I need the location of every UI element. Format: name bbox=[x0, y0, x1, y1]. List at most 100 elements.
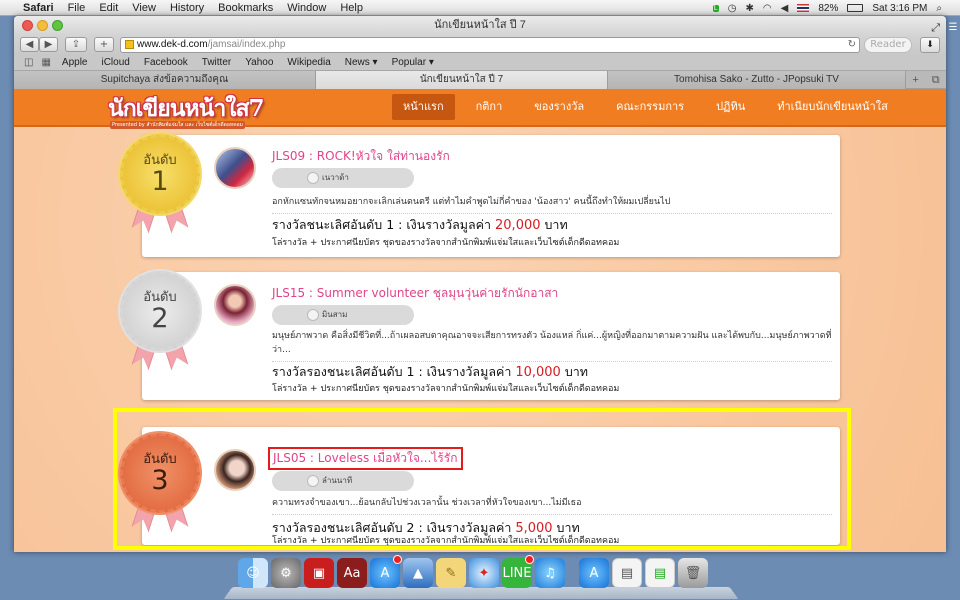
reload-icon[interactable]: ↻ bbox=[848, 38, 856, 52]
rank-number: 1 bbox=[151, 166, 169, 197]
add-tab-icon[interactable]: + bbox=[912, 74, 918, 86]
menu-file[interactable]: File bbox=[61, 2, 93, 14]
thai-flag-icon[interactable] bbox=[797, 4, 810, 12]
line-status-icon[interactable]: L bbox=[712, 4, 719, 12]
author-badge[interactable]: มินสาม bbox=[272, 305, 414, 325]
forward-button[interactable]: ▶ bbox=[39, 37, 58, 52]
nav-prizes[interactable]: ของรางวัล bbox=[523, 94, 595, 120]
dock-separator bbox=[568, 558, 576, 588]
close-window-button[interactable] bbox=[22, 20, 33, 31]
top-sites-icon[interactable]: ▦ bbox=[37, 57, 54, 68]
site-favicon-icon bbox=[125, 40, 134, 49]
share-button[interactable]: ⇪ bbox=[65, 37, 87, 52]
tab-overview-icon[interactable]: ⧉ bbox=[932, 74, 940, 87]
trash-icon[interactable]: 🗑 bbox=[678, 558, 708, 588]
award-unit: บาท bbox=[564, 364, 589, 379]
story-cover-avatar[interactable] bbox=[214, 284, 256, 326]
site-nav: นักเขียนหน้าใส7 Presented by สำนักพิมพ์แ… bbox=[14, 89, 946, 129]
nav-home[interactable]: หน้าแรก bbox=[392, 94, 455, 120]
nav-hall-of-fame[interactable]: ทำเนียบนักเขียนหน้าใส bbox=[766, 94, 899, 120]
zoom-window-button[interactable] bbox=[52, 20, 63, 31]
reading-list-icon[interactable]: ◫ bbox=[20, 57, 37, 68]
itunes-icon[interactable]: ♫ bbox=[535, 558, 565, 588]
bookmark-yahoo[interactable]: Yahoo bbox=[238, 57, 280, 68]
line-2-icon[interactable]: ▤ bbox=[645, 558, 675, 588]
finder-icon[interactable]: ☺ bbox=[238, 558, 268, 588]
nav-judges[interactable]: คณะกรรมการ bbox=[605, 94, 695, 120]
bookmark-popular[interactable]: Popular ▾ bbox=[385, 57, 441, 68]
battery-icon[interactable] bbox=[847, 4, 864, 12]
window-titlebar: นักเขียนหน้าใส ปี 7 ⤢ bbox=[14, 16, 946, 35]
menu-edit[interactable]: Edit bbox=[92, 2, 125, 14]
story-excerpt: อกหักแซนทักจนหมอยากจะเลิกเล่นดนตรี แต่ทำ… bbox=[272, 195, 832, 214]
menu-history[interactable]: History bbox=[163, 2, 211, 14]
app-menu[interactable]: Safari bbox=[16, 2, 61, 14]
award-line: รางวัลรองชนะเลิศอันดับ 1 : เงินรางวัลมูล… bbox=[272, 362, 588, 382]
volume-icon[interactable]: ◀ bbox=[781, 3, 789, 14]
user-icon bbox=[307, 309, 319, 321]
address-bar[interactable]: www.dek-d.com/jamsai/index.php ↻ bbox=[120, 37, 860, 53]
story-title[interactable]: JLS09 : ROCK!หัวใจ ใส่ท่านองรัก bbox=[272, 147, 450, 166]
bookmark-news[interactable]: News ▾ bbox=[338, 57, 385, 68]
story-title[interactable]: JLS15 : Summer volunteer ชุลมุนวุ่นค่ายร… bbox=[272, 284, 558, 303]
line-icon[interactable]: LINE bbox=[502, 555, 534, 588]
award-text: รางวัลชนะเลิศอันดับ 1 : เงินรางวัลมูลค่า bbox=[272, 217, 492, 232]
author-badge[interactable]: เนวาด้า bbox=[272, 168, 414, 188]
award-text: รางวัลรองชนะเลิศอันดับ 1 : เงินรางวัลมูล… bbox=[272, 364, 512, 379]
bookmark-wikipedia[interactable]: Wikipedia bbox=[280, 57, 337, 68]
menu-bar: Safari File Edit View History Bookmarks … bbox=[0, 0, 960, 16]
tab-bar: Supitchaya ส่งข้อความถึงคุณ นักเขียนหน้า… bbox=[14, 71, 946, 89]
new-tab-button[interactable]: + bbox=[94, 37, 114, 52]
notification-center-icon[interactable]: ☰ bbox=[946, 20, 960, 36]
minimize-window-button[interactable] bbox=[37, 20, 48, 31]
app-store-icon[interactable]: A bbox=[370, 555, 402, 588]
menu-bookmarks[interactable]: Bookmarks bbox=[211, 2, 280, 14]
dock: ☺ ⚙ ▣ Aa A ▲ ✎ ✦ LINE ♫ A ▤ ▤ 🗑 bbox=[223, 555, 739, 600]
bookmark-twitter[interactable]: Twitter bbox=[195, 57, 238, 68]
nav-rules[interactable]: กติกา bbox=[465, 94, 514, 120]
menu-view[interactable]: View bbox=[125, 2, 163, 14]
window-title: นักเขียนหน้าใส ปี 7 bbox=[434, 19, 526, 31]
battery-percent[interactable]: 82% bbox=[818, 3, 838, 14]
menu-window[interactable]: Window bbox=[280, 2, 333, 14]
tab-current[interactable]: นักเขียนหน้าใส ปี 7 bbox=[316, 71, 608, 89]
bluetooth-icon[interactable]: ✱ bbox=[746, 3, 754, 14]
desktop-edge: ☰ bbox=[946, 20, 960, 600]
app-store-2-icon[interactable]: A bbox=[579, 558, 609, 588]
safari-window: นักเขียนหน้าใส ปี 7 ⤢ ◀ ▶ ⇪ + www.dek-d.… bbox=[14, 16, 946, 552]
browser-toolbar: ◀ ▶ ⇪ + www.dek-d.com/jamsai/index.php ↻… bbox=[14, 35, 946, 55]
tab-supitchaya[interactable]: Supitchaya ส่งข้อความถึงคุณ bbox=[14, 71, 316, 89]
user-icon bbox=[307, 172, 319, 184]
prize-details: โล่รางวัล + ประกาศนียบัตร ชุดของรางวัลจา… bbox=[272, 238, 620, 248]
wifi-icon[interactable]: ◠ bbox=[763, 3, 772, 14]
time-machine-icon[interactable]: ◷ bbox=[728, 3, 737, 14]
documents-icon[interactable]: ▤ bbox=[612, 558, 642, 588]
menu-clock[interactable]: Sat 3:16 PM bbox=[872, 3, 927, 14]
reader-button[interactable]: Reader bbox=[864, 37, 912, 53]
site-logo[interactable]: นักเขียนหน้าใส7 Presented by สำนักพิมพ์แ… bbox=[108, 91, 278, 131]
back-button[interactable]: ◀ bbox=[20, 37, 39, 52]
bookmark-facebook[interactable]: Facebook bbox=[137, 57, 195, 68]
menu-help[interactable]: Help bbox=[333, 2, 370, 14]
story-cover-avatar[interactable] bbox=[214, 147, 256, 189]
author-name: มินสาม bbox=[322, 310, 348, 319]
rank-medal-2: อันดับ 2 bbox=[120, 271, 200, 381]
keynote-icon[interactable]: ▲ bbox=[403, 558, 433, 588]
award-line: รางวัลชนะเลิศอันดับ 1 : เงินรางวัลมูลค่า… bbox=[272, 215, 568, 235]
photo-booth-icon[interactable]: ▣ bbox=[304, 558, 334, 588]
downloads-button[interactable]: ⬇ bbox=[920, 37, 940, 53]
tab-jpopsuki[interactable]: Tomohisa Sako - Zutto - JPopsuki TV bbox=[608, 71, 906, 89]
notification-badge bbox=[393, 555, 402, 564]
bookmark-apple[interactable]: Apple bbox=[55, 57, 95, 68]
nav-calendar[interactable]: ปฏิทิน bbox=[705, 94, 756, 120]
spotlight-icon[interactable]: ⌕ bbox=[936, 3, 942, 14]
bookmark-icloud[interactable]: iCloud bbox=[94, 57, 136, 68]
notes-icon[interactable]: ✎ bbox=[436, 558, 466, 588]
award-unit: บาท bbox=[544, 217, 568, 232]
safari-icon[interactable]: ✦ bbox=[469, 558, 499, 588]
prize-details: โล่รางวัล + ประกาศนียบัตร ชุดของรางวัลจา… bbox=[272, 384, 620, 394]
author-name: เนวาด้า bbox=[322, 173, 349, 182]
system-preferences-icon[interactable]: ⚙ bbox=[271, 558, 301, 588]
award-amount: 20,000 bbox=[495, 218, 541, 233]
dictionary-icon[interactable]: Aa bbox=[337, 558, 367, 588]
